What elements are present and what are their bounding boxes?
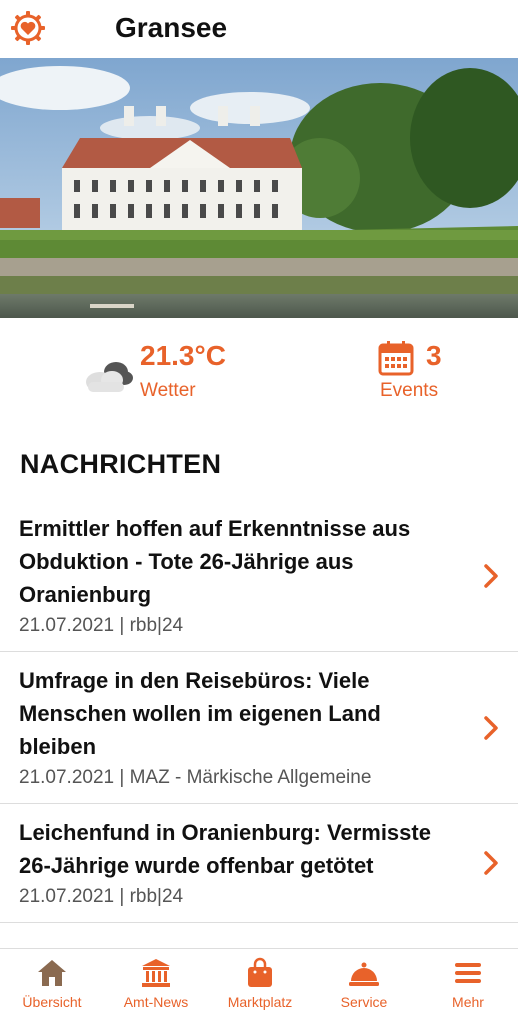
info-row: 21.3°C Wetter 3 Events bbox=[0, 330, 518, 420]
hero-image bbox=[0, 58, 518, 318]
menu-icon bbox=[455, 963, 481, 983]
tab-label: Mehr bbox=[452, 994, 484, 1010]
service-bell-icon bbox=[349, 962, 379, 986]
events-widget[interactable]: 3 Events bbox=[378, 340, 498, 410]
news-headline: Leichenfund in Oranienburg: Vermisste 26… bbox=[19, 820, 431, 878]
calendar-icon bbox=[378, 340, 414, 376]
building-icon bbox=[142, 959, 170, 987]
chevron-right-icon bbox=[484, 563, 498, 588]
tab-overview[interactable]: Übersicht bbox=[0, 949, 104, 1024]
news-item[interactable]: Umfrage in den Reisebüros: Viele Mensche… bbox=[0, 652, 518, 804]
tab-label: Übersicht bbox=[22, 994, 82, 1010]
news-list: Ermittler hoffen auf Erkenntnisse aus Ob… bbox=[0, 500, 518, 923]
shopping-bag-icon bbox=[248, 957, 272, 987]
weather-widget[interactable]: 21.3°C Wetter bbox=[84, 340, 284, 410]
cloud-icon bbox=[84, 358, 136, 394]
news-headline: Ermittler hoffen auf Erkenntnisse aus Ob… bbox=[19, 516, 411, 607]
news-meta: 21.07.2021 | rbb|24 bbox=[19, 886, 184, 907]
news-meta: 21.07.2021 | MAZ - Märkische Allgemeine bbox=[19, 767, 372, 788]
bottom-tab-bar: Übersicht Amt-News Marktplatz Service Me… bbox=[0, 948, 518, 1024]
page-title: Gransee bbox=[115, 12, 228, 43]
tab-label: Service bbox=[340, 994, 388, 1010]
tab-label: Amt-News bbox=[123, 994, 189, 1010]
news-item[interactable]: Ermittler hoffen auf Erkenntnisse aus Ob… bbox=[0, 500, 518, 652]
events-label: Events bbox=[380, 380, 439, 401]
news-section-title: NACHRICHTEN bbox=[20, 449, 222, 479]
tab-marktplatz[interactable]: Marktplatz bbox=[208, 949, 312, 1024]
weather-label: Wetter bbox=[140, 380, 196, 401]
chevron-right-icon bbox=[484, 851, 498, 875]
tab-mehr[interactable]: Mehr bbox=[416, 949, 518, 1024]
heart-gear-logo-icon[interactable] bbox=[10, 10, 46, 46]
tab-service[interactable]: Service bbox=[312, 949, 416, 1024]
tab-amt-news[interactable]: Amt-News bbox=[104, 949, 208, 1024]
top-bar: Gransee bbox=[0, 0, 518, 58]
temperature-value: 21.3°C bbox=[140, 340, 226, 371]
news-item[interactable]: Leichenfund in Oranienburg: Vermisste 26… bbox=[0, 804, 518, 923]
news-meta: 21.07.2021 | rbb|24 bbox=[19, 615, 184, 636]
home-icon bbox=[38, 960, 66, 986]
events-count: 3 bbox=[426, 340, 442, 371]
chevron-right-icon bbox=[484, 715, 498, 740]
news-headline: Umfrage in den Reisebüros: Viele Mensche… bbox=[19, 668, 381, 759]
tab-label: Marktplatz bbox=[227, 994, 293, 1010]
